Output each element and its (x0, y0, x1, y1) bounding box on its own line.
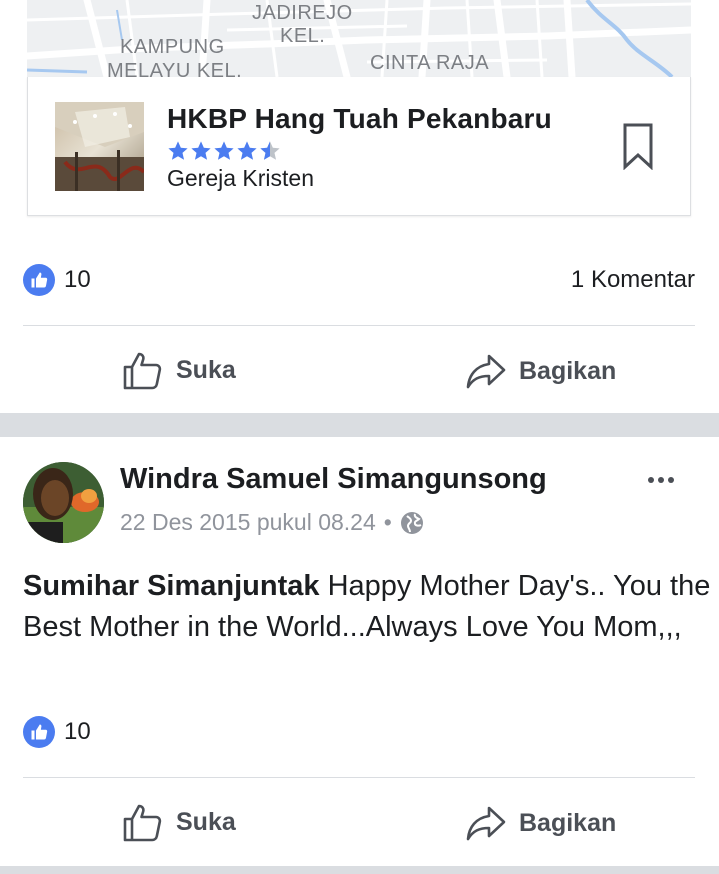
like-label: Suka (176, 355, 236, 384)
like-reaction-icon (23, 716, 55, 748)
place-card[interactable]: HKBP Hang Tuah Pekanbaru Gereja Kristen (27, 77, 691, 216)
feed-separator (0, 413, 719, 437)
feed-separator (0, 866, 719, 874)
map-label: JADIREJO (252, 2, 353, 24)
place-name[interactable]: HKBP Hang Tuah Pekanbaru (167, 103, 552, 135)
share-button[interactable]: Bagikan (465, 801, 616, 845)
star-icon (168, 141, 188, 160)
rating-stars (167, 140, 281, 162)
save-bookmark-icon[interactable] (622, 122, 654, 171)
star-icon (191, 141, 211, 160)
tagged-user[interactable]: Sumihar Simanjuntak (23, 570, 320, 602)
timestamp-separator: • (383, 509, 392, 535)
map-label: KAMPUNG (120, 36, 225, 58)
globe-icon (400, 511, 423, 534)
map-label: MELAYU KEL. (107, 60, 243, 77)
map-label: CINTA RAJA (370, 52, 490, 74)
like-label: Suka (176, 807, 236, 836)
like-count: 10 (64, 266, 91, 293)
post-check-in: JADIREJO KEL. KAMPUNG MELAYU KEL. CINTA … (0, 0, 719, 413)
divider (23, 777, 695, 778)
star-icon (237, 141, 257, 160)
thumbs-up-icon (123, 352, 162, 390)
half-star-icon (260, 141, 280, 160)
place-photo (55, 102, 144, 191)
map-preview[interactable]: JADIREJO KEL. KAMPUNG MELAYU KEL. CINTA … (27, 0, 691, 77)
reactions-summary[interactable]: 10 (23, 264, 91, 296)
thumbs-up-icon (123, 804, 162, 842)
like-button[interactable]: Suka (122, 348, 236, 392)
facebook-feed: JADIREJO KEL. KAMPUNG MELAYU KEL. CINTA … (0, 0, 719, 874)
post-body: Sumihar Simanjuntak Happy Mother Day's..… (23, 566, 713, 648)
author-avatar[interactable] (23, 462, 104, 543)
share-arrow-icon (466, 806, 506, 841)
like-reaction-icon (23, 264, 55, 296)
post-timestamp[interactable]: 22 Des 2015 pukul 08.24 • (120, 509, 424, 536)
share-label: Bagikan (519, 808, 617, 837)
place-category: Gereja Kristen (167, 165, 315, 191)
comment-count[interactable]: 1 Komentar (571, 266, 695, 294)
reactions-summary[interactable]: 10 (23, 716, 91, 748)
more-options-icon[interactable] (648, 472, 682, 488)
map-label: KEL. (280, 25, 326, 47)
star-icon (214, 141, 234, 160)
share-button[interactable]: Bagikan (465, 349, 616, 393)
author-name[interactable]: Windra Samuel Simangunsong (120, 463, 547, 496)
share-arrow-icon (466, 354, 506, 389)
like-count: 10 (64, 718, 91, 745)
share-label: Bagikan (519, 356, 617, 385)
timestamp-text: 22 Des 2015 pukul 08.24 (120, 509, 376, 535)
like-button[interactable]: Suka (122, 800, 236, 844)
divider (23, 325, 695, 326)
